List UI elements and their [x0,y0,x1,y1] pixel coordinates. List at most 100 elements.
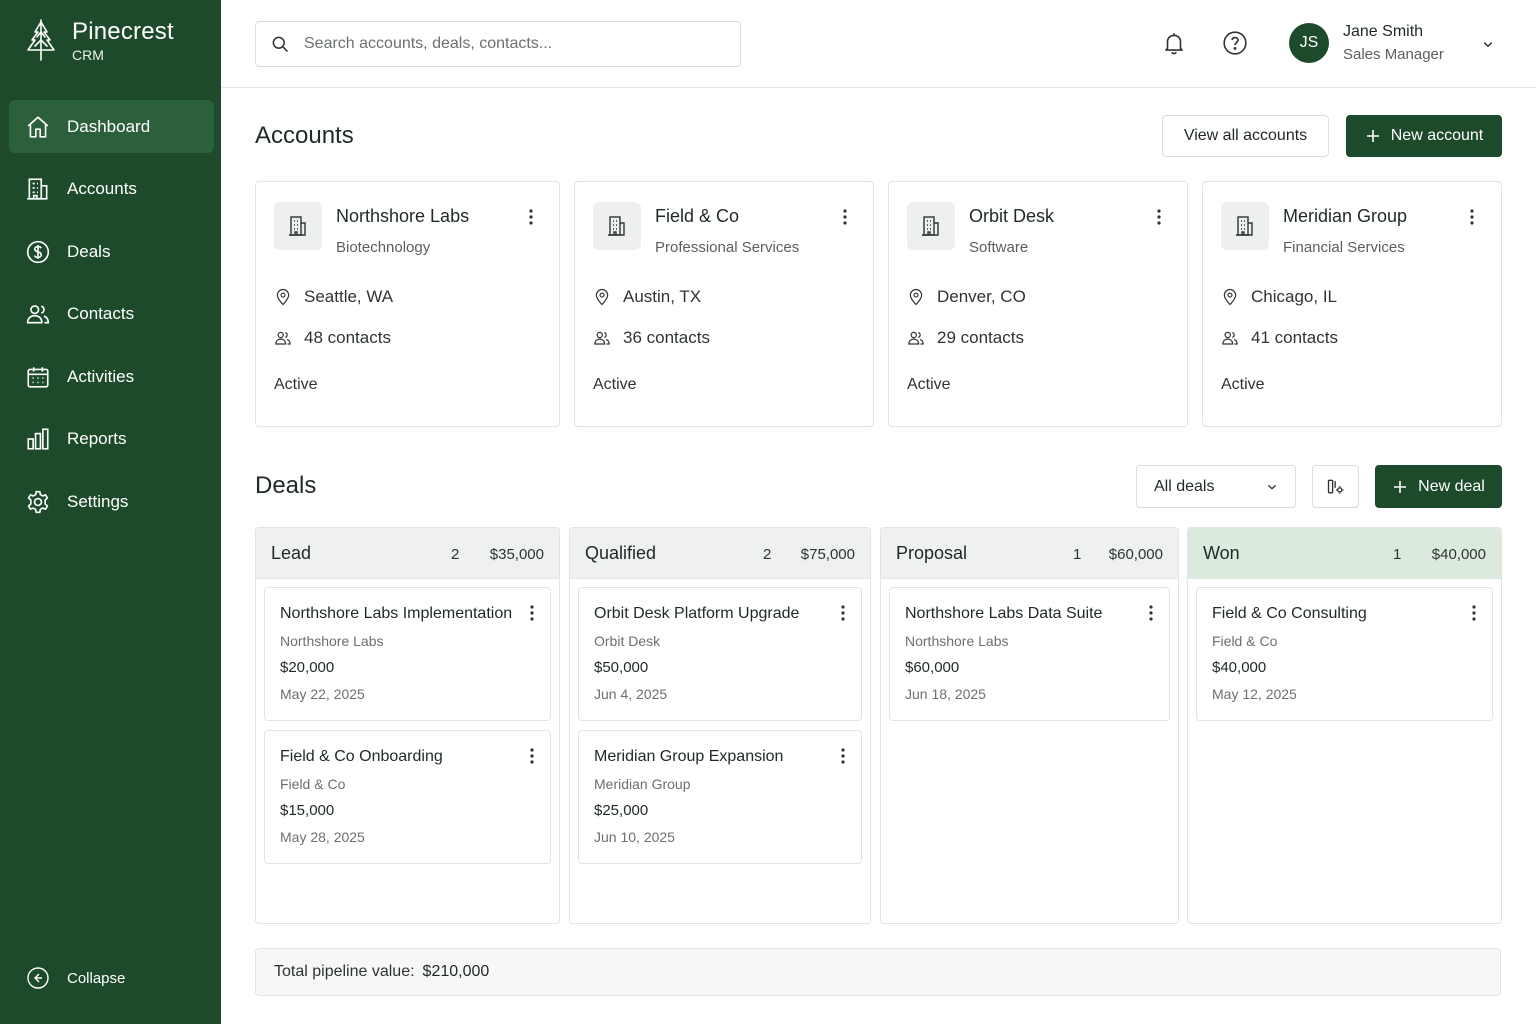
more-vertical-icon[interactable] [522,746,542,766]
deal-card[interactable]: Orbit Desk Platform Upgrade Orbit Desk $… [578,587,862,721]
new-account-button[interactable]: New account [1346,115,1502,157]
deal-account: Field & Co [1212,633,1278,649]
sidebar-nav: Dashboard Accounts Deals Contacts Activi… [9,100,214,538]
pipeline-total-value: $210,000 [422,963,490,980]
sidebar-item-reports[interactable]: Reports [9,413,214,466]
sidebar-item-label: Dashboard [67,116,151,136]
new-deal-label: New deal [1418,477,1485,495]
brand-subtitle: CRM [72,47,104,63]
pipeline-total-label: Total pipeline value: [274,963,415,980]
board-view-toggle-button[interactable] [1312,465,1359,508]
column-count: 1 [1393,546,1402,563]
new-deal-button[interactable]: New deal [1375,465,1502,508]
users-icon [908,331,924,345]
pine-tree-logo-icon [27,19,55,61]
deal-account: Orbit Desk [594,633,661,649]
deal-value: $60,000 [905,659,960,676]
deal-card[interactable]: Northshore Labs Implementation Northshor… [264,587,551,721]
column-total: $60,000 [1108,546,1163,563]
deal-card[interactable]: Northshore Labs Data Suite Northshore La… [889,587,1170,721]
sidebar-item-activities[interactable]: Activities [9,350,214,403]
sidebar-item-accounts[interactable]: Accounts [9,163,214,216]
more-vertical-icon[interactable] [833,746,853,766]
sidebar-item-deals[interactable]: Deals [9,225,214,278]
more-vertical-icon[interactable] [521,207,541,227]
deals-filter-select[interactable]: All deals [1136,465,1296,508]
chevron-down-icon[interactable] [1479,35,1497,53]
help-icon[interactable] [1222,30,1248,56]
map-pin-icon [1223,288,1237,306]
more-vertical-icon[interactable] [1462,207,1482,227]
accounts-title: Accounts [255,122,354,149]
map-pin-icon [595,288,609,306]
collapse-button[interactable]: Collapse [26,966,125,990]
account-location: Chicago, IL [1251,287,1337,306]
more-vertical-icon[interactable] [835,207,855,227]
gear-icon [27,490,49,513]
sidebar-item-dashboard[interactable]: Dashboard [9,100,214,153]
account-card[interactable]: Orbit Desk Software Denver, CO 29 contac… [888,181,1188,427]
account-card[interactable]: Meridian Group Financial Services Chicag… [1202,181,1502,427]
chevron-down-icon [1268,484,1276,490]
account-status: Active [274,376,318,393]
account-name: Field & Co [655,206,740,226]
search-icon [272,36,289,53]
account-location-row: Seattle, WA [274,287,393,307]
building-icon [289,216,306,236]
deal-date: Jun 4, 2025 [594,686,668,702]
brand[interactable]: Pinecrest CRM [24,18,174,64]
deal-value: $40,000 [1212,659,1267,676]
more-vertical-icon[interactable] [1141,603,1161,623]
deal-card[interactable]: Field & Co Consulting Field & Co $40,000… [1196,587,1493,721]
search-box[interactable] [255,21,741,67]
bell-icon[interactable] [1161,30,1187,56]
deal-value: $20,000 [280,659,335,676]
building-icon [27,178,48,200]
column-total: $75,000 [800,546,855,563]
arrow-left-circle-icon [27,967,49,989]
sidebar-item-label: Activities [67,366,135,386]
search-input[interactable] [304,35,724,53]
deal-card[interactable]: Meridian Group Expansion Meridian Group … [578,730,862,864]
kanban-settings-icon [1327,479,1343,494]
sidebar-item-settings[interactable]: Settings [9,475,214,528]
column-name: Won [1203,543,1240,563]
account-location-row: Chicago, IL [1221,287,1337,307]
deal-date: May 12, 2025 [1212,686,1297,702]
account-avatar [907,202,955,250]
users-icon [275,331,291,345]
deal-account: Field & Co [280,776,346,792]
users-icon [1222,331,1238,345]
more-vertical-icon[interactable] [522,603,542,623]
deal-name: Northshore Labs Implementation [280,605,513,622]
account-card[interactable]: Field & Co Professional Services Austin,… [574,181,874,427]
column-name: Proposal [896,543,968,563]
avatar[interactable]: JS [1289,23,1329,63]
map-pin-icon [909,288,923,306]
deal-date: May 22, 2025 [280,686,365,702]
sidebar-item-contacts[interactable]: Contacts [9,288,214,341]
account-contacts-row: 48 contacts [274,328,391,348]
sidebar-item-label: Contacts [67,304,135,323]
view-all-accounts-button[interactable]: View all accounts [1162,115,1329,157]
deal-card[interactable]: Field & Co Onboarding Field & Co $15,000… [264,730,551,864]
deal-name: Meridian Group Expansion [594,748,784,765]
more-vertical-icon[interactable] [833,603,853,623]
column-total: $35,000 [489,546,544,563]
deal-date: Jun 18, 2025 [905,686,986,702]
account-contacts: 36 contacts [623,328,710,347]
column-header: Lead 2 $35,000 [256,528,559,579]
deals-title: Deals [255,472,317,499]
more-vertical-icon[interactable] [1464,603,1484,623]
account-location-row: Denver, CO [907,287,1026,307]
user-info[interactable]: Jane Smith Sales Manager [1343,22,1444,65]
account-status: Active [907,376,951,393]
account-card[interactable]: Northshore Labs Biotechnology Seattle, W… [255,181,560,427]
more-vertical-icon[interactable] [1149,207,1169,227]
deal-value: $50,000 [594,659,649,676]
top-header: JS Jane Smith Sales Manager [221,0,1536,88]
account-avatar [1221,202,1269,250]
users-icon [26,305,50,324]
pipeline-column-won: Won 1 $40,000 Field & Co Consulting Fiel… [1187,527,1502,924]
map-pin-icon [276,288,290,306]
